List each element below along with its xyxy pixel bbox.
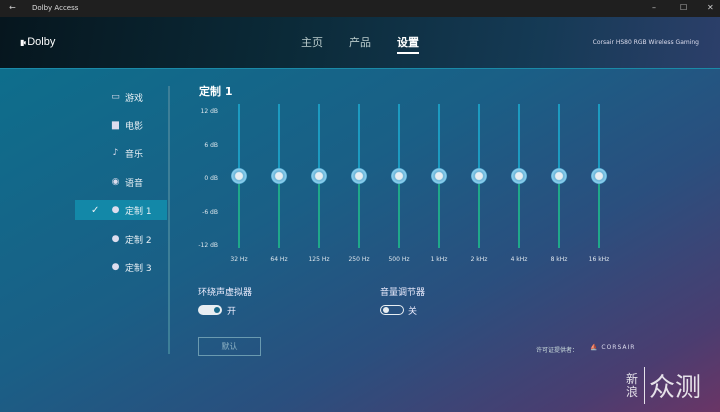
eq-track-lower[interactable]	[438, 176, 440, 248]
sidebar-item[interactable]: ● 定制 2	[75, 229, 167, 249]
watermark-text: 众测	[644, 367, 701, 404]
eq-slider-knob[interactable]	[351, 168, 367, 184]
check-icon: ✓	[91, 204, 100, 216]
sidebar-item[interactable]: ♪ 音乐	[75, 143, 167, 163]
sidebar-item-label: 电影	[125, 121, 144, 132]
sidebar-item-label: 定制 1	[125, 206, 152, 217]
sidebar-divider	[168, 86, 170, 354]
title-bar: ← Dolby Access – ☐ ✕	[0, 0, 720, 17]
sidebar-item[interactable]: ● 定制 3	[75, 257, 167, 277]
eq-slider-knob[interactable]	[231, 168, 247, 184]
eq-track-upper[interactable]	[518, 104, 520, 176]
frequency-label: 500 Hz	[388, 256, 410, 263]
eq-track-lower[interactable]	[358, 176, 360, 248]
eq-track-lower[interactable]	[318, 176, 320, 248]
preset-title: 定制 1	[199, 85, 233, 98]
sidebar-item[interactable]: ✓ ● 定制 1	[75, 200, 167, 220]
maximize-button[interactable]: ☐	[680, 3, 687, 12]
frequency-label: 64 Hz	[270, 256, 288, 263]
frequency-label: 2 kHz	[470, 256, 488, 263]
eq-track-lower[interactable]	[598, 176, 600, 248]
eq-track-upper[interactable]	[478, 104, 480, 176]
gamepad-icon: ▭	[111, 92, 120, 102]
surround-label: 环绕声虚拟器	[198, 288, 253, 298]
sidebar-item-label: 语音	[125, 178, 144, 189]
eq-slider-knob[interactable]	[471, 168, 487, 184]
eq-track-lower[interactable]	[558, 176, 560, 248]
frequency-label: 250 Hz	[348, 256, 370, 263]
corsair-logo: ⛵ CORSAIR	[590, 344, 635, 351]
sidebar-item[interactable]: ◉ 语音	[75, 172, 167, 192]
clapperboard-icon: ▆	[112, 120, 119, 130]
eq-track-lower[interactable]	[518, 176, 520, 248]
dolby-logo: ▮◖ Dolby	[20, 36, 55, 48]
eq-slider-knob[interactable]	[511, 168, 527, 184]
dolby-mark-icon: ▮◖	[20, 37, 27, 47]
window-title: Dolby Access	[32, 4, 79, 12]
frequency-label: 32 Hz	[230, 256, 248, 263]
sidebar-item[interactable]: ▭ 游戏	[75, 87, 167, 107]
person-icon: ●	[111, 205, 120, 215]
eq-slider-knob[interactable]	[591, 168, 607, 184]
frequency-label: 8 kHz	[550, 256, 568, 263]
nav-home[interactable]: 主页	[301, 34, 323, 50]
eq-slider-knob[interactable]	[551, 168, 567, 184]
minimize-button[interactable]: –	[652, 3, 656, 12]
corsair-text: CORSAIR	[601, 344, 636, 351]
frequency-label: 4 kHz	[510, 256, 528, 263]
default-button[interactable]: 默认	[198, 337, 261, 356]
db-tick-label: 0 dB	[204, 175, 218, 182]
frequency-label: 16 kHz	[588, 256, 610, 263]
eq-track-upper[interactable]	[318, 104, 320, 176]
sidebar-item-label: 定制 3	[125, 263, 152, 274]
eq-track-upper[interactable]	[358, 104, 360, 176]
voice-icon: ◉	[111, 177, 120, 187]
leveler-label: 音量调节器	[380, 288, 426, 298]
nav-settings[interactable]: 设置	[397, 34, 419, 54]
db-tick-label: 6 dB	[204, 141, 218, 149]
eq-track-lower[interactable]	[398, 176, 400, 248]
nav-products[interactable]: 产品	[349, 34, 371, 50]
sidebar-item[interactable]: ▆ 电影	[75, 115, 167, 135]
person-icon: ●	[111, 262, 120, 272]
eq-slider-knob[interactable]	[391, 168, 407, 184]
eq-track-upper[interactable]	[438, 104, 440, 176]
eq-track-upper[interactable]	[598, 104, 600, 176]
db-tick-label: -12 dB	[198, 242, 218, 249]
person-icon: ●	[111, 234, 120, 244]
license-label: 许可证提供者：	[536, 347, 579, 354]
db-tick-label: -6 dB	[202, 208, 218, 216]
app-header: ▮◖ Dolby 主页 产品 设置 Corsair HS80 RGB Wirele…	[0, 17, 720, 68]
surround-state: 开	[227, 307, 237, 317]
eq-track-lower[interactable]	[478, 176, 480, 248]
watermark-text: 新	[626, 371, 639, 386]
frequency-label: 125 Hz	[308, 256, 330, 263]
eq-track-upper[interactable]	[278, 104, 280, 176]
sidebar-item-label: 定制 2	[125, 235, 152, 246]
corsair-sail-icon: ⛵	[590, 344, 602, 351]
sidebar-item-label: 游戏	[125, 93, 144, 104]
db-tick-label: 12 dB	[200, 108, 218, 115]
close-button[interactable]: ✕	[707, 3, 714, 12]
eq-track-upper[interactable]	[238, 104, 240, 176]
music-note-icon: ♪	[112, 148, 119, 158]
leveler-toggle[interactable]	[380, 305, 404, 315]
eq-track-lower[interactable]	[278, 176, 280, 248]
leveler-state: 关	[408, 307, 418, 317]
watermark: 新浪 众测	[626, 367, 701, 404]
surround-toggle[interactable]	[198, 305, 222, 315]
back-button[interactable]: ←	[9, 3, 16, 12]
eq-track-upper[interactable]	[558, 104, 560, 176]
sidebar-item-label: 音乐	[125, 149, 144, 160]
logo-text: Dolby	[27, 36, 56, 48]
device-name: Corsair HS80 RGB Wireless Gaming	[592, 39, 699, 46]
watermark-text: 浪	[626, 384, 639, 399]
eq-slider-knob[interactable]	[311, 168, 327, 184]
frequency-label: 1 kHz	[430, 256, 448, 263]
eq-slider-knob[interactable]	[271, 168, 287, 184]
eq-track-upper[interactable]	[398, 104, 400, 176]
eq-track-lower[interactable]	[238, 176, 240, 248]
eq-slider-knob[interactable]	[431, 168, 447, 184]
